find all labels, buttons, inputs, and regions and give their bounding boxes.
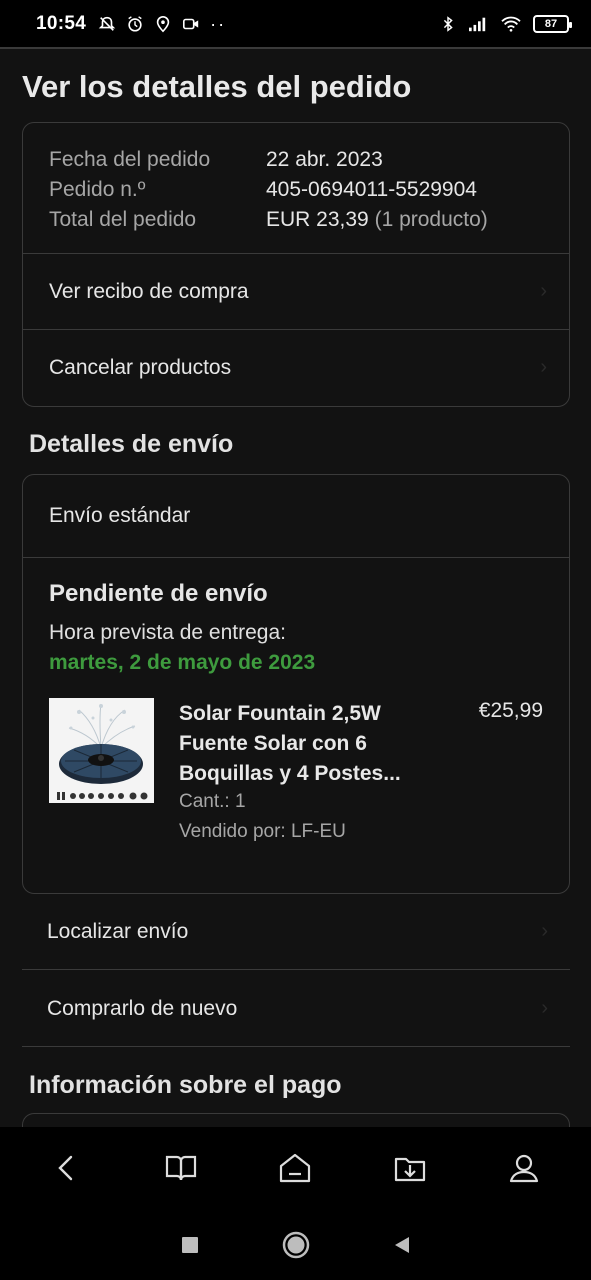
alarm-icon xyxy=(128,16,142,32)
product-image[interactable] xyxy=(49,698,154,803)
book-icon xyxy=(166,1155,197,1181)
solar-fountain-image xyxy=(49,698,154,803)
status-time: 10:54 xyxy=(36,13,87,34)
cancel-products-link[interactable]: Cancelar productos › xyxy=(23,329,569,405)
shipping-status: Pendiente de envío xyxy=(49,580,268,607)
system-nav-bar xyxy=(0,1209,591,1280)
track-package-label: Localizar envío xyxy=(47,919,189,943)
order-total-amount: EUR 23,39 xyxy=(266,208,369,231)
chevron-right-icon: › xyxy=(541,920,548,942)
order-total-row: Total del pedido EUR 23,39 (1 producto) xyxy=(49,205,543,235)
order-date-value: 22 abr. 2023 xyxy=(266,148,383,171)
order-info: Fecha del pedido 22 abr. 2023 Pedido n.º… xyxy=(23,123,569,235)
more-dots-icon: ·· xyxy=(210,13,227,34)
buy-again-label: Comprarlo de nuevo xyxy=(47,996,238,1020)
nav-back-button[interactable] xyxy=(37,1138,97,1198)
battery-level: 87 xyxy=(544,18,558,30)
nav-home-button[interactable] xyxy=(265,1138,325,1198)
mute-notifications-icon xyxy=(98,16,116,31)
view-receipt-link[interactable]: Ver recibo de compra › xyxy=(23,253,569,329)
back-icon xyxy=(58,1155,73,1181)
buy-again-link[interactable]: Comprarlo de nuevo › xyxy=(22,971,570,1047)
product-price: €25,99 xyxy=(478,699,543,722)
product-quantity: Cant.: 1 xyxy=(179,791,246,812)
shipping-card: Envío estándar Pendiente de envío Hora p… xyxy=(22,474,570,894)
track-package-link[interactable]: Localizar envío › xyxy=(22,894,570,970)
nav-reader-button[interactable] xyxy=(151,1138,211,1198)
order-number-value: 405-0694011-5529904 xyxy=(266,178,477,201)
order-total-label: Total del pedido xyxy=(49,208,197,231)
page-title: Ver los detalles del pedido xyxy=(22,69,412,104)
home-circle-icon[interactable] xyxy=(281,1230,311,1260)
back-triangle-icon[interactable] xyxy=(391,1234,413,1256)
shipping-method: Envío estándar xyxy=(23,475,569,558)
bluetooth-icon xyxy=(443,16,453,32)
account-icon xyxy=(509,1154,538,1183)
view-receipt-label: Ver recibo de compra xyxy=(49,279,249,303)
payment-card xyxy=(22,1113,570,1127)
download-icon xyxy=(394,1157,425,1182)
order-number-label: Pedido n.º xyxy=(49,178,146,201)
chevron-right-icon: › xyxy=(540,280,547,302)
chevron-right-icon: › xyxy=(541,997,548,1019)
wifi-icon xyxy=(501,16,521,32)
location-icon xyxy=(156,15,170,33)
status-bar: 10:54 ·· 87 xyxy=(0,0,591,48)
app-bottom-nav xyxy=(0,1127,591,1209)
product-title-link[interactable]: Solar Fountain 2,5W Fuente Solar con 6 B… xyxy=(179,699,429,789)
home-icon xyxy=(280,1153,311,1183)
order-total-items: (1 producto) xyxy=(374,208,488,231)
delivery-eta-date: martes, 2 de mayo de 2023 xyxy=(49,651,316,674)
order-total-value: EUR 23,39 (1 producto) xyxy=(266,205,488,235)
product-seller: Vendido por: LF-EU xyxy=(179,821,346,842)
signal-icon xyxy=(469,17,486,32)
payment-section-title: Información sobre el pago xyxy=(29,1071,342,1099)
cancel-products-label: Cancelar productos xyxy=(49,355,232,379)
order-date-row: Fecha del pedido 22 abr. 2023 xyxy=(49,145,543,175)
battery-icon: 87 xyxy=(533,15,572,33)
nav-account-button[interactable] xyxy=(494,1138,554,1198)
order-summary-card: Fecha del pedido 22 abr. 2023 Pedido n.º… xyxy=(22,122,570,407)
shipping-section-title: Detalles de envío xyxy=(29,430,234,458)
recents-square-icon[interactable] xyxy=(179,1234,201,1256)
order-number-row: Pedido n.º 405-0694011-5529904 xyxy=(49,175,543,205)
video-icon xyxy=(183,18,199,30)
status-right-icons: 87 xyxy=(439,15,572,33)
delivery-eta-label: Hora prevista de entrega: xyxy=(49,621,286,644)
status-left-icons: ·· xyxy=(98,14,226,35)
chevron-right-icon: › xyxy=(540,356,547,378)
nav-downloads-button[interactable] xyxy=(380,1138,440,1198)
order-details-page: Ver los detalles del pedido Fecha del pe… xyxy=(0,49,591,1127)
order-date-label: Fecha del pedido xyxy=(49,148,211,171)
